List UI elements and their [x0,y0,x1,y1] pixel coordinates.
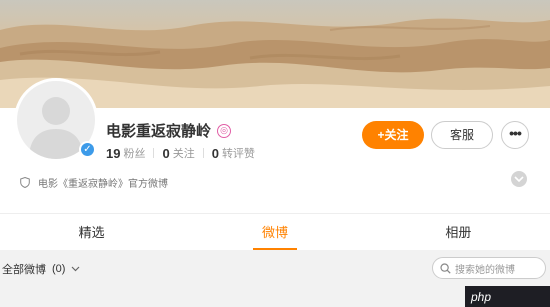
shield-icon [20,177,30,188]
filter-label: 全部微博 [2,264,46,276]
expand-profile-button[interactable] [511,171,527,187]
verified-badge-icon: ✓ [79,141,96,158]
feed-filter-bar: 全部微博 (0) 搜索她的微博 [0,250,550,286]
feed-filter-dropdown[interactable]: 全部微博 (0) [2,261,80,277]
followers-label[interactable]: 粉丝 [123,145,145,161]
weibo-search-input[interactable]: 搜索她的微博 [432,257,546,279]
following-count[interactable]: 0 [162,146,169,161]
avatar-container: ✓ [14,78,98,162]
profile-name-row: 电影重返寂静岭 ◎ [106,120,232,141]
followers-count[interactable]: 19 [106,146,120,161]
profile-name: 电影重返寂静岭 [106,123,212,140]
stat-divider [153,148,155,158]
search-placeholder: 搜索她的微博 [455,264,515,276]
description-text: 电影《重返寂静岭》官方微博 [38,179,168,190]
reposts-label: 转评赞 [221,148,255,160]
profile-tabs: 精选 微博 相册 [0,213,550,250]
svg-text:php: php [470,290,491,304]
profile-stats: 19 粉丝 0 关注 0 转评赞 [106,145,255,161]
following-label[interactable]: 关注 [173,145,195,161]
filter-count: (0) [52,263,66,275]
more-options-button[interactable]: ••• [501,121,529,149]
reposts-count: 0 [211,145,219,161]
customer-service-button[interactable]: 客服 [431,121,493,149]
php-watermark: php [465,286,550,307]
tab-weibo[interactable]: 微博 [183,214,366,250]
follow-button[interactable]: +关注 [362,121,424,149]
member-badge-icon[interactable]: ◎ [217,123,232,138]
stat-divider [202,148,204,158]
profile-description: 电影《重返寂静岭》官方微博 [20,175,168,190]
tab-featured[interactable]: 精选 [0,214,183,250]
chevron-down-icon [72,266,80,272]
chevron-down-icon [514,176,524,183]
php-logo: php [470,290,491,304]
search-icon [440,262,451,274]
tab-album[interactable]: 相册 [367,214,550,250]
